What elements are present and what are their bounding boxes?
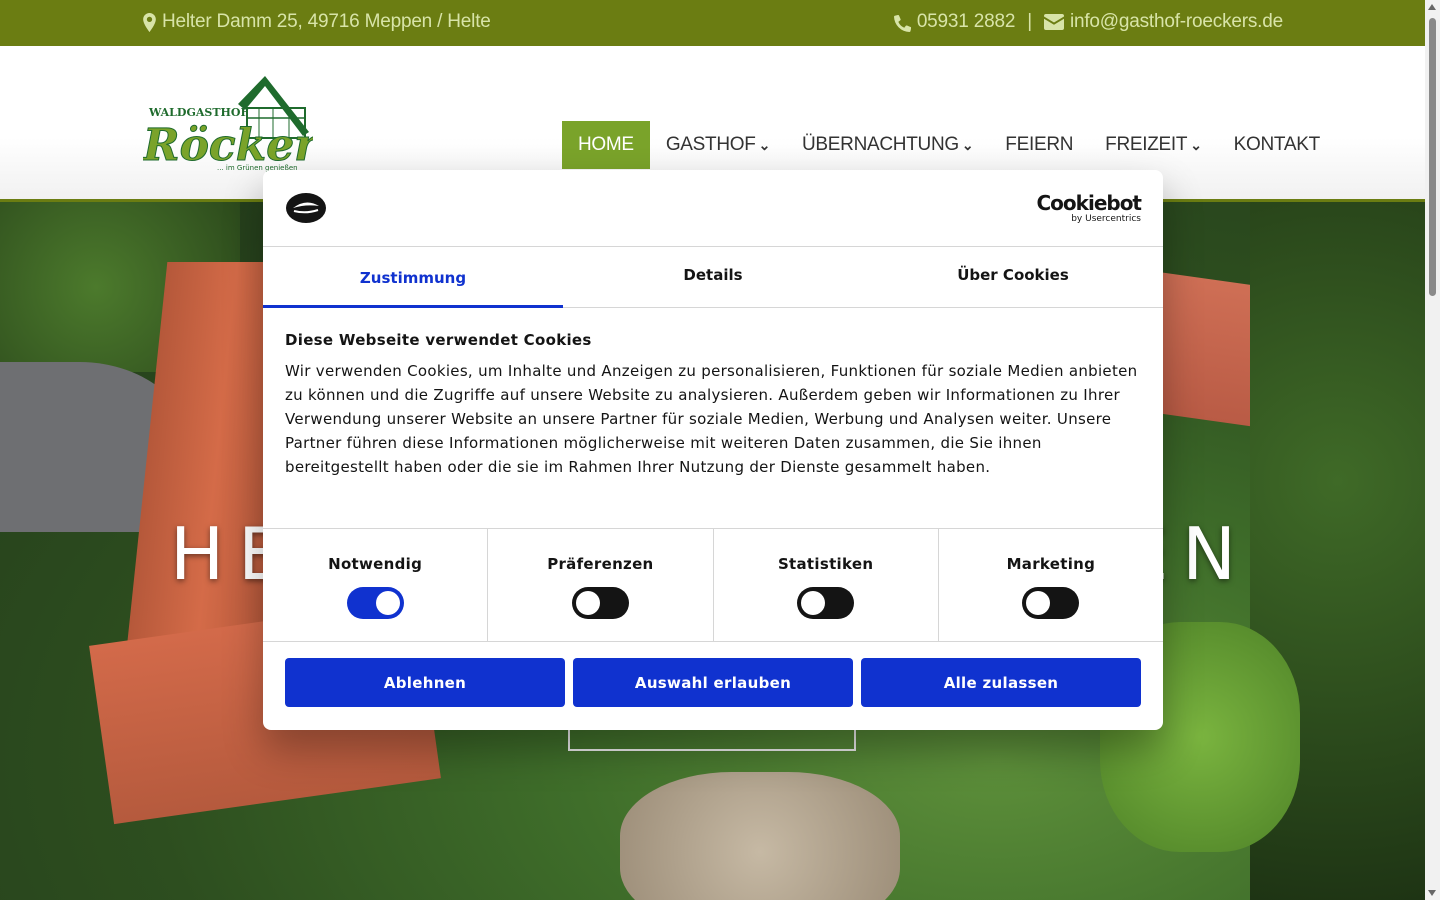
toggle-marketing: Marketing (939, 529, 1163, 641)
nav-item-freizeit[interactable]: FREIZEIT ⌄ (1089, 121, 1217, 169)
cookie-title: Diese Webseite verwendet Cookies (285, 331, 592, 349)
address: Helter Damm 25, 49716 Meppen / Helte (143, 11, 491, 33)
hero-photo-patio (620, 772, 900, 900)
toggle-switch-statistiken[interactable] (797, 587, 855, 619)
nav-label: HOME (578, 134, 634, 155)
toggle-knob (1026, 591, 1051, 615)
scrollbar-thumb[interactable] (1429, 18, 1436, 296)
toggle-knob (375, 591, 400, 615)
cookie-toggles: Notwendig Präferenzen Statistiken Market… (263, 529, 1163, 642)
toggle-label: Marketing (1006, 555, 1096, 573)
brand-name: Cookiebot (1036, 191, 1142, 215)
main-nav: HOME GASTHOF ⌄ ÜBERNACHTUNG ⌄ FEIERN FREIZ… (562, 121, 1336, 169)
toggle-knob (801, 591, 826, 615)
cookie-body: Diese Webseite verwendet Cookies Wir ver… (263, 308, 1163, 529)
toggle-praeferenzen: Präferenzen (488, 529, 714, 641)
decline-button[interactable]: Ablehnen (285, 658, 565, 707)
toggle-switch-marketing[interactable] (1022, 587, 1080, 619)
allow-selection-button[interactable]: Auswahl erlauben (573, 658, 853, 707)
phone-icon (893, 14, 911, 32)
toggle-label: Notwendig (328, 555, 423, 573)
cookie-buttons: Ablehnen Auswahl erlauben Alle zulassen (263, 642, 1163, 723)
toggle-statistiken: Statistiken (714, 529, 939, 641)
nav-label: FEIERN (1005, 134, 1074, 155)
toggle-knob (575, 591, 600, 615)
nav-label: ÜBERNACHTUNG (802, 134, 959, 155)
nav-item-gasthof[interactable]: GASTHOF ⌄ (650, 121, 786, 169)
toggle-switch-notwendig[interactable] (346, 587, 404, 619)
brand-sub: by Usercentrics (1071, 214, 1141, 224)
top-info-bar: Helter Damm 25, 49716 Meppen / Helte 059… (0, 0, 1425, 46)
cookie-dialog-header: Cookiebot by Usercentrics (263, 170, 1163, 247)
address-text: Helter Damm 25, 49716 Meppen / Helte (162, 11, 491, 32)
email-link[interactable]: info@gasthof-roeckers.de (1070, 11, 1283, 33)
separator: | (1027, 11, 1032, 32)
envelope-icon (1043, 14, 1064, 30)
map-pin-icon (143, 12, 156, 32)
scroll-down-arrow-icon[interactable] (1428, 890, 1436, 896)
chevron-down-icon: ⌄ (1190, 136, 1202, 153)
nav-label: KONTAKT (1233, 134, 1321, 155)
toggle-label: Statistiken (777, 555, 874, 573)
toggle-label: Präferenzen (547, 555, 654, 573)
cookiebot-logo-icon (286, 193, 326, 223)
cookie-consent-dialog: Cookiebot by Usercentrics Zustimmung Det… (263, 170, 1163, 730)
chevron-down-icon: ⌄ (961, 136, 974, 153)
cookie-tabs: Zustimmung Details Über Cookies (263, 247, 1163, 308)
toggle-switch-praeferenzen[interactable] (571, 587, 629, 619)
tab-zustimmung[interactable]: Zustimmung (263, 247, 563, 308)
logo-top-text: WALDGASTHOF (148, 106, 248, 119)
nav-item-home[interactable]: HOME (562, 121, 650, 169)
cookiebot-brand[interactable]: Cookiebot by Usercentrics (1037, 192, 1142, 224)
page-scrollbar[interactable] (1425, 0, 1440, 900)
tab-ueber-cookies[interactable]: Über Cookies (863, 247, 1163, 307)
nav-item-uebernachtung[interactable]: ÜBERNACHTUNG ⌄ (786, 121, 989, 169)
cookie-text: Wir verwenden Cookies, um Inhalte und An… (285, 362, 1138, 476)
toggle-notwendig: Notwendig (263, 529, 489, 641)
contact-info: 05931 2882 | info@gasthof-roeckers.de (892, 11, 1283, 33)
nav-label: FREIZEIT (1105, 134, 1188, 155)
tab-details[interactable]: Details (563, 247, 863, 307)
nav-label: GASTHOF (665, 134, 756, 155)
nav-item-feiern[interactable]: FEIERN (989, 121, 1089, 169)
phone-link[interactable]: 05931 2882 (917, 11, 1016, 33)
chevron-down-icon: ⌄ (758, 136, 771, 153)
nav-item-kontakt[interactable]: KONTAKT (1218, 121, 1336, 169)
site-logo[interactable]: WALDGASTHOF Röckers ... im Grünen genieß… (141, 74, 343, 172)
scroll-up-arrow-icon[interactable] (1428, 4, 1436, 10)
allow-all-button[interactable]: Alle zulassen (861, 658, 1141, 707)
